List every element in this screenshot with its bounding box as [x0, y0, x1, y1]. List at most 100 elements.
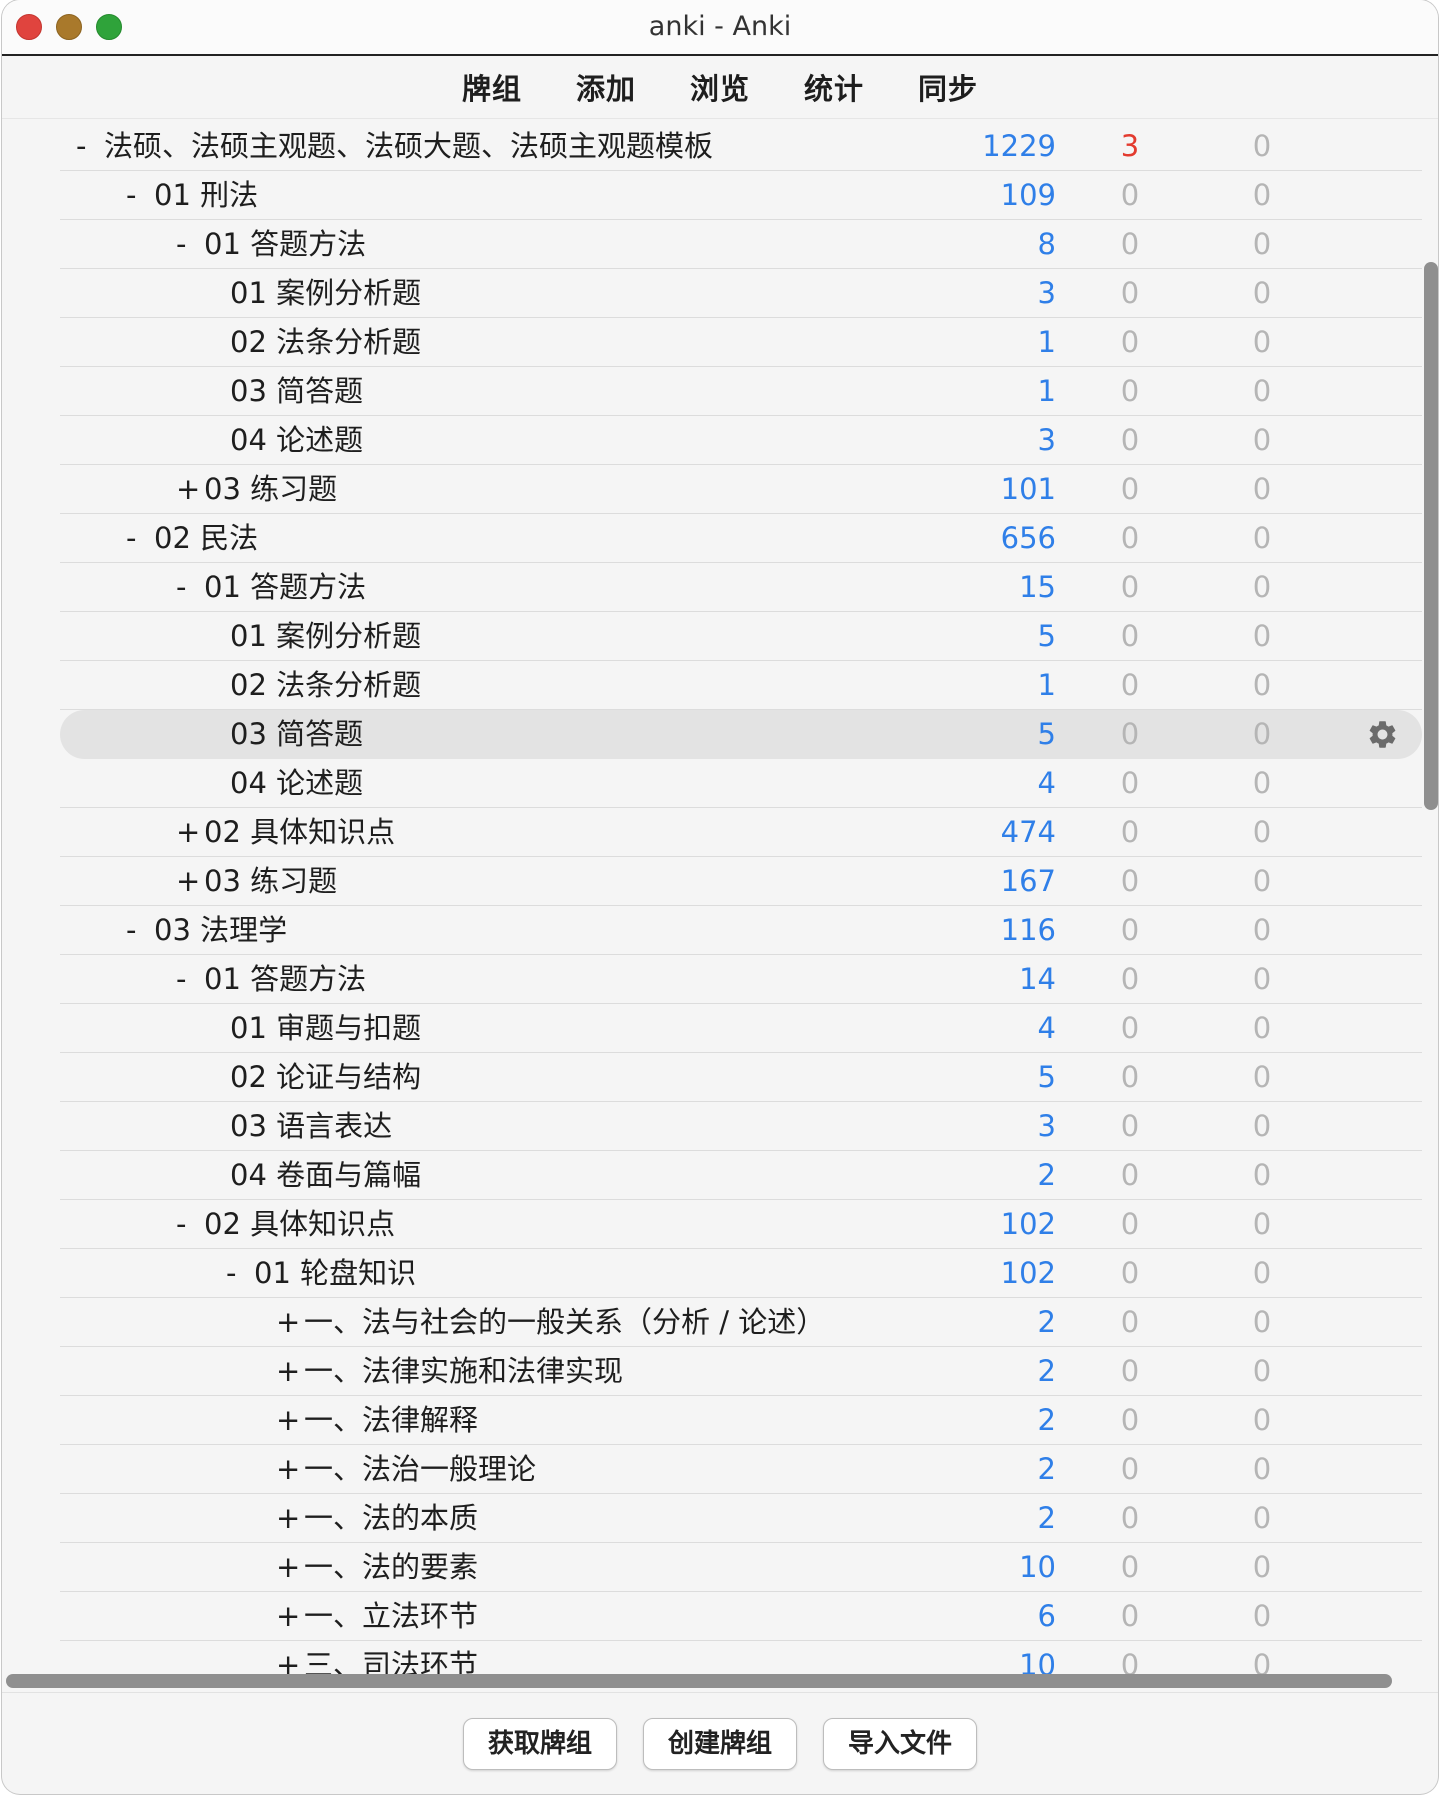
deck-row[interactable]: 02 论证与结构 5 0 0 [60, 1053, 1422, 1102]
deck-name-link[interactable]: 01 答题方法 [204, 962, 366, 996]
expand-toggle[interactable]: + [176, 857, 204, 906]
deck-name-link[interactable]: 01 案例分析题 [230, 276, 421, 310]
deck-name-link[interactable]: 02 具体知识点 [204, 815, 395, 849]
expand-toggle[interactable]: + [176, 465, 204, 514]
deck-name-link[interactable]: 03 简答题 [230, 717, 363, 751]
deck-row[interactable]: -01 答题方法 15 0 0 [60, 563, 1422, 612]
deck-row[interactable]: 01 案例分析题 5 0 0 [60, 612, 1422, 661]
deck-row[interactable]: + 三、司法环节 10 0 0 [60, 1641, 1422, 1676]
deck-row[interactable]: 03 语言表达 3 0 0 [60, 1102, 1422, 1151]
deck-row[interactable]: + 一、法与社会的一般关系（分析 / 论述） 2 0 0 [60, 1298, 1422, 1347]
expand-toggle[interactable]: + [276, 1396, 304, 1445]
deck-name-link[interactable]: 03 语言表达 [230, 1109, 392, 1143]
deck-name-link[interactable]: 一、法律解释 [304, 1403, 478, 1437]
collapse-toggle[interactable]: - [176, 1200, 204, 1249]
deck-row[interactable]: + 一、法律解释 2 0 0 [60, 1396, 1422, 1445]
deck-row[interactable]: + 一、法律实施和法律实现 2 0 0 [60, 1347, 1422, 1396]
new-count: 474 [1000, 815, 1056, 849]
deck-row[interactable]: -01 轮盘知识 102 0 0 [60, 1249, 1422, 1298]
deck-name-link[interactable]: 02 法条分析题 [230, 668, 421, 702]
collapse-toggle[interactable]: - [176, 220, 204, 269]
deck-name-link[interactable]: 一、法的本质 [304, 1501, 478, 1535]
deck-row[interactable]: -02 具体知识点 102 0 0 [60, 1200, 1422, 1249]
deck-name-link[interactable]: 01 轮盘知识 [254, 1256, 416, 1290]
expand-toggle[interactable]: + [276, 1347, 304, 1396]
deck-row[interactable]: -02 民法 656 0 0 [60, 514, 1422, 563]
toolbar-sync-link[interactable]: 同步 [918, 66, 978, 108]
learn-count: 0 [1120, 1011, 1140, 1045]
create-deck-button[interactable]: 创建牌组 [643, 1718, 797, 1770]
deck-name-link[interactable]: 三、司法环节 [304, 1648, 478, 1676]
expand-toggle[interactable]: + [276, 1543, 304, 1592]
deck-name-link[interactable]: 一、法律实施和法律实现 [304, 1354, 623, 1388]
collapse-toggle[interactable]: - [176, 955, 204, 1004]
expand-toggle[interactable]: + [276, 1641, 304, 1676]
toolbar-decks-link[interactable]: 牌组 [462, 66, 522, 108]
get-shared-decks-button[interactable]: 获取牌组 [463, 1718, 617, 1770]
deck-name-link[interactable]: 一、法的要素 [304, 1550, 478, 1584]
horizontal-scrollbar[interactable] [6, 1674, 1392, 1688]
expand-toggle[interactable]: + [176, 808, 204, 857]
deck-name-link[interactable]: 01 案例分析题 [230, 619, 421, 653]
collapse-toggle[interactable]: - [176, 563, 204, 612]
deck-name-link[interactable]: 03 法理学 [154, 913, 287, 947]
deck-row[interactable]: -01 答题方法 8 0 0 [60, 220, 1422, 269]
deck-row[interactable]: + 一、法治一般理论 2 0 0 [60, 1445, 1422, 1494]
deck-row[interactable]: -01 刑法 109 0 0 [60, 171, 1422, 220]
deck-name-link[interactable]: 03 简答题 [230, 374, 363, 408]
deck-row[interactable]: 01 案例分析题 3 0 0 [60, 269, 1422, 318]
expand-toggle[interactable]: + [276, 1494, 304, 1543]
deck-row[interactable]: + 一、法的本质 2 0 0 [60, 1494, 1422, 1543]
deck-name-link[interactable]: 03 练习题 [204, 864, 337, 898]
collapse-toggle[interactable]: - [226, 1249, 254, 1298]
expand-toggle[interactable]: + [276, 1298, 304, 1347]
deck-name-link[interactable]: 一、法与社会的一般关系（分析 / 论述） [304, 1305, 825, 1339]
deck-name-link[interactable]: 02 民法 [154, 521, 258, 555]
deck-name-link[interactable]: 02 论证与结构 [230, 1060, 421, 1094]
import-file-button[interactable]: 导入文件 [823, 1718, 977, 1770]
deck-row[interactable]: 04 论述题 3 0 0 [60, 416, 1422, 465]
deck-name-link[interactable]: 02 法条分析题 [230, 325, 421, 359]
deck-row[interactable]: +02 具体知识点 474 0 0 [60, 808, 1422, 857]
deck-row[interactable]: 03 简答题 1 0 0 [60, 367, 1422, 416]
deck-name-link[interactable]: 法硕、法硕主观题、法硕大题、法硕主观题模板 [104, 129, 713, 163]
collapse-toggle[interactable]: - [76, 122, 104, 171]
deck-name-link[interactable]: 01 答题方法 [204, 227, 366, 261]
deck-row[interactable]: 04 论述题 4 0 0 [60, 759, 1422, 808]
toolbar-add-link[interactable]: 添加 [576, 66, 636, 108]
deck-name-link[interactable]: 01 审题与扣题 [230, 1011, 421, 1045]
review-count: 0 [1252, 1501, 1272, 1535]
toolbar-stats-link[interactable]: 统计 [804, 66, 864, 108]
deck-name: -01 轮盘知识 [226, 1249, 416, 1298]
deck-row[interactable]: -01 答题方法 14 0 0 [60, 955, 1422, 1004]
deck-row-current[interactable]: 03 简答题 5 0 0 [60, 710, 1422, 759]
collapse-toggle[interactable]: - [126, 171, 154, 220]
deck-row[interactable]: 02 法条分析题 1 0 0 [60, 318, 1422, 367]
collapse-toggle[interactable]: - [126, 906, 154, 955]
toolbar-browse-link[interactable]: 浏览 [690, 66, 750, 108]
expand-toggle[interactable]: + [276, 1592, 304, 1641]
deck-name-link[interactable]: 03 练习题 [204, 472, 337, 506]
deck-row[interactable]: 01 审题与扣题 4 0 0 [60, 1004, 1422, 1053]
deck-row[interactable]: +03 练习题 167 0 0 [60, 857, 1422, 906]
deck-name-link[interactable]: 一、立法环节 [304, 1599, 478, 1633]
deck-name-link[interactable]: 04 卷面与篇幅 [230, 1158, 421, 1192]
collapse-toggle[interactable]: - [126, 514, 154, 563]
deck-name-link[interactable]: 04 论述题 [230, 766, 363, 800]
expand-toggle[interactable]: + [276, 1445, 304, 1494]
deck-name-link[interactable]: 04 论述题 [230, 423, 363, 457]
deck-name-link[interactable]: 01 刑法 [154, 178, 258, 212]
deck-name-link[interactable]: 一、法治一般理论 [304, 1452, 536, 1486]
deck-name-link[interactable]: 02 具体知识点 [204, 1207, 395, 1241]
deck-row[interactable]: 04 卷面与篇幅 2 0 0 [60, 1151, 1422, 1200]
deck-row[interactable]: + 一、立法环节 6 0 0 [60, 1592, 1422, 1641]
deck-row[interactable]: -03 法理学 116 0 0 [60, 906, 1422, 955]
deck-row[interactable]: + 一、法的要素 10 0 0 [60, 1543, 1422, 1592]
vertical-scrollbar[interactable] [1424, 262, 1438, 810]
deck-row[interactable]: - 法硕、法硕主观题、法硕大题、法硕主观题模板 1229 3 0 [60, 122, 1422, 171]
deck-name-link[interactable]: 01 答题方法 [204, 570, 366, 604]
bottom-button-bar: 获取牌组 创建牌组 导入文件 [2, 1692, 1438, 1794]
deck-row[interactable]: 02 法条分析题 1 0 0 [60, 661, 1422, 710]
deck-row[interactable]: +03 练习题 101 0 0 [60, 465, 1422, 514]
gear-icon[interactable] [1366, 718, 1399, 751]
